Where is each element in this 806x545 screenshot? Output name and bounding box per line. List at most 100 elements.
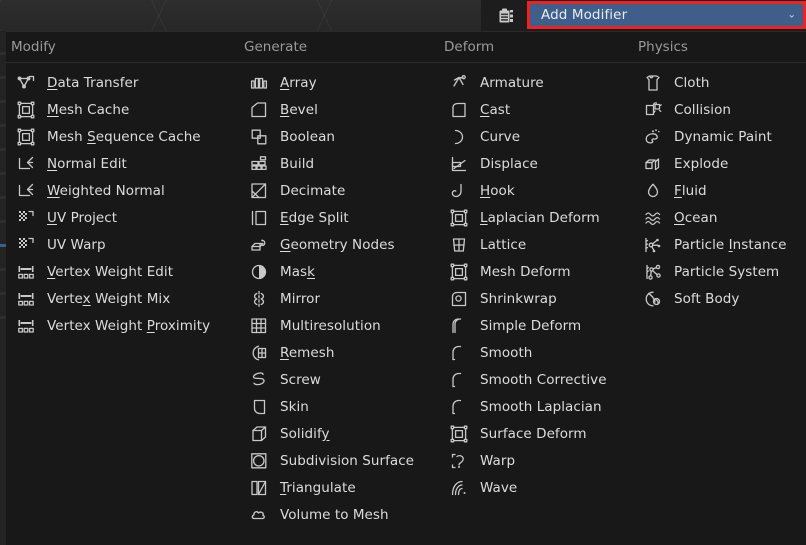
menu-item-remesh[interactable]: Remesh [244,339,414,366]
menu-item-label: Screw [280,372,321,388]
menu-item-boolean[interactable]: Boolean [244,123,414,150]
menu-item-label: Vertex Weight Edit [47,264,173,280]
menu-item-surface-deform[interactable]: Surface Deform [444,420,607,447]
mod-laplacian-deform-icon [449,208,469,228]
menu-item-normal-edit[interactable]: Normal Edit [11,150,210,177]
menu-item-label: Smooth Corrective [480,372,607,388]
menu-item-mesh-cache[interactable]: Mesh Cache [11,96,210,123]
menu-item-volume-to-mesh[interactable]: Volume to Mesh [244,501,414,528]
menu-item-screw[interactable]: Screw [244,366,414,393]
menu-item-laplacian-deform[interactable]: Laplacian Deform [444,204,607,231]
mod-solidify-icon [249,424,269,444]
menu-item-label: Particle Instance [674,237,786,253]
clipboard-modifier-icon[interactable] [496,6,516,26]
menu-item-label: Cloth [674,75,710,91]
menu-item-bevel[interactable]: Bevel [244,96,414,123]
mod-weighted-normal-icon [16,181,36,201]
menu-item-edge-split[interactable]: Edge Split [244,204,414,231]
menu-item-triangulate[interactable]: Triangulate [244,474,414,501]
menu-column-header-modify: Modify [11,39,56,55]
menu-item-warp[interactable]: Warp [444,447,607,474]
mod-multiresolution-icon [249,316,269,336]
menu-item-dynamic-paint[interactable]: Dynamic Paint [638,123,786,150]
menu-item-smooth-corrective[interactable]: Smooth Corrective [444,366,607,393]
menu-item-build[interactable]: Build [244,150,414,177]
menu-item-displace[interactable]: Displace [444,150,607,177]
menu-item-label: Edge Split [280,210,349,226]
mod-screw-icon [249,370,269,390]
menu-item-geometry-nodes[interactable]: Geometry Nodes [244,231,414,258]
menu-item-mesh-deform[interactable]: Mesh Deform [444,258,607,285]
mod-uv-project-icon [16,208,36,228]
menu-item-label: Volume to Mesh [280,507,389,523]
menu-item-cloth[interactable]: Cloth [638,69,786,96]
menu-item-vertex-weight-edit[interactable]: Vertex Weight Edit [11,258,210,285]
menu-item-vertex-weight-proximity[interactable]: Vertex Weight Proximity [11,312,210,339]
menu-item-cast[interactable]: Cast [444,96,607,123]
menu-item-curve[interactable]: Curve [444,123,607,150]
mod-shrinkwrap-icon [449,289,469,309]
menu-item-multiresolution[interactable]: Multiresolution [244,312,414,339]
menu-item-label: Solidify [280,426,330,442]
mod-displace-icon [449,154,469,174]
menu-item-simple-deform[interactable]: Simple Deform [444,312,607,339]
menu-item-solidify[interactable]: Solidify [244,420,414,447]
menu-item-label: Curve [480,129,520,145]
mod-triangulate-icon [249,478,269,498]
mod-curve-icon [449,127,469,147]
add-modifier-button[interactable]: Add Modifier ⌄ [530,4,803,26]
menu-item-explode[interactable]: Explode [638,150,786,177]
menu-item-smooth-laplacian[interactable]: Smooth Laplacian [444,393,607,420]
menu-item-subdivision-surface[interactable]: Subdivision Surface [244,447,414,474]
menu-item-weighted-normal[interactable]: Weighted Normal [11,177,210,204]
menu-item-label: Data Transfer [47,75,138,91]
menu-item-label: Vertex Weight Proximity [47,318,210,334]
mod-normal-edit-icon [16,154,36,174]
menu-item-array[interactable]: Array [244,69,414,96]
menu-item-mirror[interactable]: Mirror [244,285,414,312]
menu-item-particle-instance[interactable]: Particle Instance [638,231,786,258]
menu-item-label: Normal Edit [47,156,127,172]
menu-item-label: Cast [480,102,510,118]
mod-wave-icon [449,478,469,498]
menu-item-uv-project[interactable]: UV Project [11,204,210,231]
mod-smooth-laplacian-icon [449,397,469,417]
menu-item-mesh-sequence-cache[interactable]: Mesh Sequence Cache [11,123,210,150]
menu-item-label: Remesh [280,345,334,361]
menu-column-deform: Armature Cast Curve Displace HookLaplacian D… [444,69,607,501]
menu-item-label: Decimate [280,183,345,199]
menu-item-lattice[interactable]: Lattice [444,231,607,258]
menu-item-wave[interactable]: Wave [444,474,607,501]
mod-surface-deform-icon [449,424,469,444]
mod-mirror-icon [249,289,269,309]
menu-item-soft-body[interactable]: Soft Body [638,285,786,312]
menu-item-armature[interactable]: Armature [444,69,607,96]
menu-item-label: Lattice [480,237,526,253]
menu-item-hook[interactable]: Hook [444,177,607,204]
mod-vertex-weight-edit-icon [16,262,36,282]
menu-item-label: Displace [480,156,538,172]
menu-item-data-transfer[interactable]: Data Transfer [11,69,210,96]
menu-item-skin[interactable]: Skin [244,393,414,420]
mod-mask-icon [249,262,269,282]
menu-column-modify: Data Transfer Mesh CacheMesh Sequence Cac… [11,69,210,339]
menu-item-ocean[interactable]: Ocean [638,204,786,231]
menu-item-particle-system[interactable]: Particle System [638,258,786,285]
menu-item-vertex-weight-mix[interactable]: Vertex Weight Mix [11,285,210,312]
menu-item-fluid[interactable]: Fluid [638,177,786,204]
menu-column-generate: ArrayBevelBooleanBuild Decimate Edge Split… [244,69,414,528]
menu-item-shrinkwrap[interactable]: Shrinkwrap [444,285,607,312]
mod-cast-icon [449,100,469,120]
menu-item-label: Mask [280,264,315,280]
menu-item-label: Skin [280,399,309,415]
mod-particle-system-icon [643,262,663,282]
menu-item-collision[interactable]: Collision [638,96,786,123]
mod-hook-icon [449,181,469,201]
menu-item-decimate[interactable]: Decimate [244,177,414,204]
menu-item-mask[interactable]: Mask [244,258,414,285]
mod-bevel-icon [249,100,269,120]
mod-warp-icon [449,451,469,471]
menu-item-smooth[interactable]: Smooth [444,339,607,366]
menu-item-uv-warp[interactable]: UV Warp [11,231,210,258]
mod-array-icon [249,73,269,93]
